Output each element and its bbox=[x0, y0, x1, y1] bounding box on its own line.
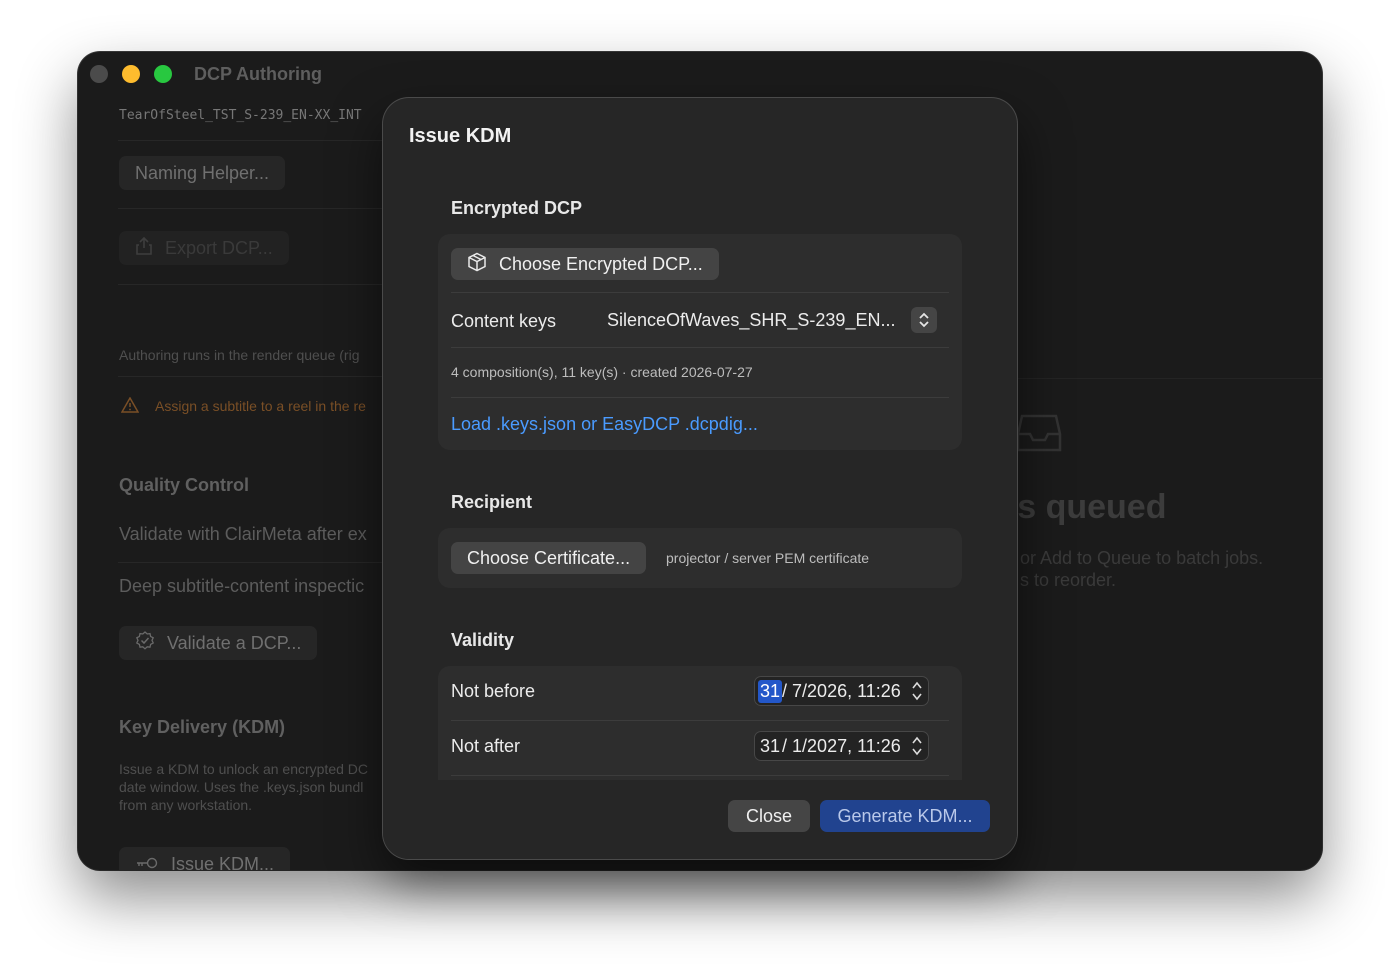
chevron-up-down-icon bbox=[911, 307, 938, 333]
title-bar: DCP Authoring bbox=[78, 52, 1322, 98]
kdm-desc-line-1: Issue a KDM to unlock an encrypted DC bbox=[119, 761, 369, 777]
choose-certificate-label: Choose Certificate... bbox=[467, 547, 631, 568]
window-title: DCP Authoring bbox=[194, 64, 322, 84]
choose-certificate-button[interactable]: Choose Certificate... bbox=[451, 542, 647, 574]
content-keys-popup[interactable]: SilenceOfWaves_SHR_S-239_EN... bbox=[607, 307, 938, 333]
encrypted-dcp-heading: Encrypted DCP bbox=[451, 198, 583, 218]
empty-queue-line-1: or Add to Queue to batch jobs. bbox=[1020, 548, 1264, 568]
warning-text: Assign a subtitle to a reel in the re bbox=[155, 398, 366, 414]
validity-heading: Validity bbox=[451, 630, 515, 650]
shipping-box-icon bbox=[467, 252, 487, 277]
validity-group: Not before 31 / 7/2026, 11:26 Not after … bbox=[438, 666, 962, 796]
checkmark-seal-icon bbox=[135, 630, 155, 656]
not-after-date-picker[interactable]: 31 / 1/2027, 11:26 bbox=[754, 731, 929, 761]
validate-dcp-label: Validate a DCP... bbox=[167, 632, 302, 653]
load-keys-link[interactable]: Load .keys.json or EasyDCP .dcpdig... bbox=[451, 414, 758, 435]
kdm-title: Key Delivery (KDM) bbox=[119, 717, 286, 737]
warning-icon bbox=[120, 396, 140, 418]
minimize-window-button[interactable] bbox=[122, 65, 140, 83]
recipient-heading: Recipient bbox=[451, 492, 533, 512]
not-after-day-segment[interactable]: 31 bbox=[758, 735, 782, 758]
row-separator bbox=[451, 720, 949, 721]
row-separator bbox=[451, 292, 949, 293]
divider bbox=[118, 140, 418, 141]
not-before-day-segment[interactable]: 31 bbox=[758, 679, 783, 703]
content-keys-value: SilenceOfWaves_SHR_S-239_EN... bbox=[607, 309, 896, 330]
content-keys-label: Content keys bbox=[451, 311, 557, 331]
render-note: Authoring runs in the render queue (rig bbox=[119, 347, 360, 363]
key-icon bbox=[135, 854, 159, 871]
stepper-icon[interactable] bbox=[911, 680, 923, 702]
validate-dcp-button[interactable]: Validate a DCP... bbox=[119, 626, 318, 660]
qc-validate-option[interactable]: Validate with ClairMeta after ex bbox=[119, 524, 367, 545]
export-dcp-button[interactable]: Export DCP... bbox=[119, 231, 289, 265]
choose-encrypted-dcp-label: Choose Encrypted DCP... bbox=[499, 253, 703, 274]
naming-helper-button[interactable]: Naming Helper... bbox=[119, 156, 286, 190]
issue-kdm-dialog: Issue KDM Encrypted DCP Choose Encrypted… bbox=[383, 98, 1017, 859]
certificate-hint: projector / server PEM certificate bbox=[666, 550, 870, 566]
naming-helper-label: Naming Helper... bbox=[135, 162, 270, 183]
divider bbox=[1018, 378, 1322, 379]
row-separator bbox=[451, 397, 949, 398]
keys-summary: 4 composition(s), 11 key(s) · created 20… bbox=[451, 364, 753, 380]
issue-kdm-label: Issue KDM... bbox=[171, 853, 275, 871]
row-separator bbox=[451, 347, 949, 348]
tray-icon bbox=[1016, 412, 1062, 459]
divider bbox=[118, 562, 418, 563]
project-name: TearOfSteel_TST_S-239_EN-XX_INT bbox=[119, 108, 362, 123]
not-after-label: Not after bbox=[451, 736, 521, 756]
kdm-desc-line-3: from any workstation. bbox=[119, 797, 253, 813]
close-window-button[interactable] bbox=[90, 65, 108, 83]
zoom-window-button[interactable] bbox=[154, 65, 172, 83]
empty-queue-line-2: s to reorder. bbox=[1020, 570, 1117, 590]
not-before-label: Not before bbox=[451, 681, 536, 701]
issue-kdm-button[interactable]: Issue KDM... bbox=[119, 847, 291, 871]
qc-title: Quality Control bbox=[119, 475, 249, 495]
row-separator bbox=[451, 775, 949, 776]
share-icon bbox=[135, 236, 153, 261]
dialog-title: Issue KDM bbox=[409, 125, 512, 147]
export-dcp-label: Export DCP... bbox=[165, 237, 273, 258]
close-button[interactable]: Close bbox=[728, 800, 810, 832]
empty-queue-title: rs queued bbox=[1004, 488, 1167, 526]
divider bbox=[118, 208, 418, 209]
encrypted-dcp-group: Choose Encrypted DCP... Content keys Sil… bbox=[438, 234, 962, 450]
choose-encrypted-dcp-button[interactable]: Choose Encrypted DCP... bbox=[451, 248, 719, 280]
not-after-date-rest[interactable]: / 1/2027, 11:26 bbox=[782, 736, 901, 757]
generate-kdm-button[interactable]: Generate KDM... bbox=[820, 800, 990, 832]
qc-deep-option[interactable]: Deep subtitle-content inspectic bbox=[119, 576, 364, 597]
stepper-icon[interactable] bbox=[911, 735, 923, 757]
not-before-date-rest[interactable]: / 7/2026, 11:26 bbox=[782, 681, 901, 702]
divider bbox=[118, 284, 418, 285]
divider bbox=[118, 376, 418, 377]
recipient-group: Choose Certificate... projector / server… bbox=[438, 528, 962, 588]
not-before-date-picker[interactable]: 31 / 7/2026, 11:26 bbox=[754, 676, 929, 706]
kdm-desc-line-2: date window. Uses the .keys.json bundl bbox=[119, 779, 364, 795]
